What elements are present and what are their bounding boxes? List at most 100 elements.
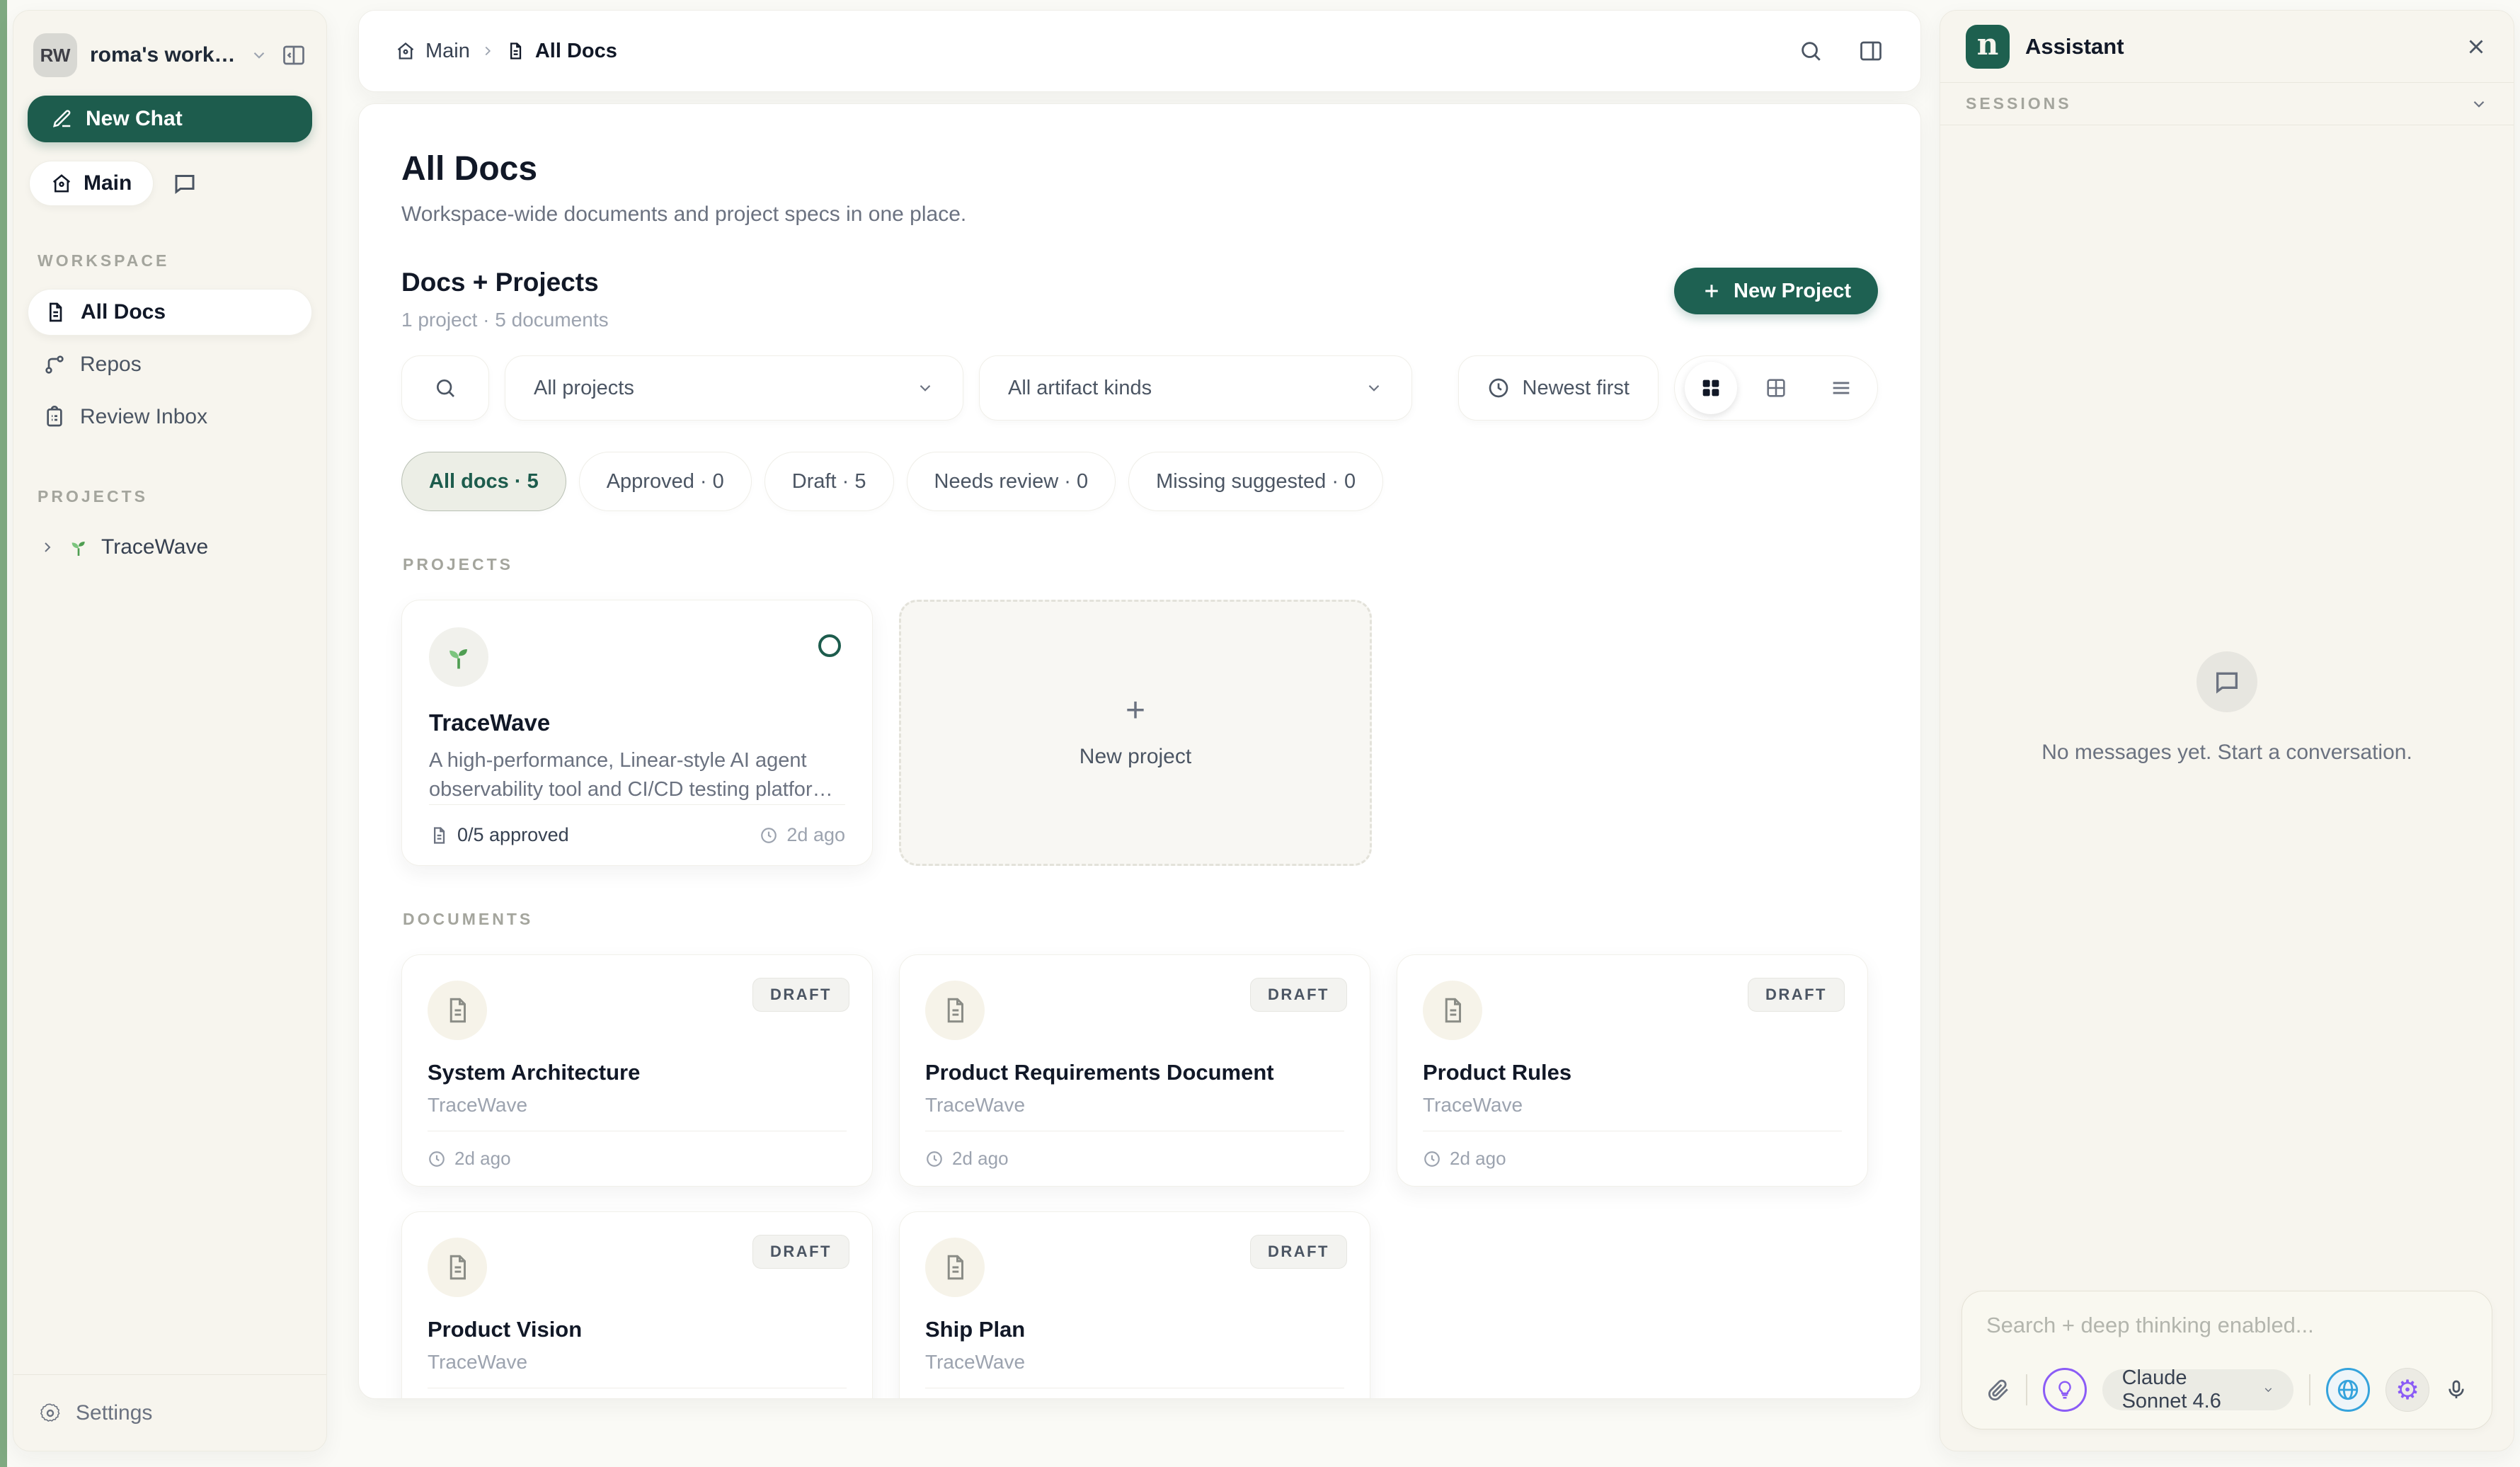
document-icon [428, 981, 487, 1040]
document-icon [1423, 981, 1482, 1040]
page-title: All Docs [401, 149, 1878, 188]
window-edge-accent [0, 0, 7, 1467]
updated-time: 2d ago [454, 1148, 511, 1170]
sessions-header[interactable]: SESSIONS [1940, 83, 2514, 125]
close-icon[interactable] [2464, 35, 2488, 59]
sidebar-item-all-docs[interactable]: All Docs [28, 289, 312, 336]
search-icon[interactable] [1799, 39, 1823, 63]
sidebar-item-review-inbox[interactable]: Review Inbox [28, 394, 312, 440]
updated-time: 2d ago [952, 1148, 1009, 1170]
deep-thinking-lightbulb-icon[interactable] [2043, 1368, 2087, 1412]
document-icon [428, 1238, 487, 1297]
new-project-button[interactable]: New Project [1674, 268, 1878, 314]
chevron-down-icon [1365, 379, 1383, 397]
breadcrumb-all-docs[interactable]: All Docs [505, 40, 617, 63]
document-icon [44, 301, 67, 324]
settings-button[interactable]: Settings [13, 1374, 326, 1451]
new-chat-button[interactable]: New Chat [28, 96, 312, 142]
chevron-right-icon[interactable] [39, 539, 56, 556]
workspace-avatar: RW [33, 33, 77, 77]
gear-icon [39, 1402, 62, 1425]
chevron-down-icon [916, 379, 934, 397]
divider [2309, 1374, 2310, 1405]
new-project-card-label: New project [1079, 745, 1191, 769]
sidebar-project-label: TraceWave [101, 535, 208, 559]
sort-order-value: Newest first [1523, 377, 1630, 400]
web-search-globe-icon[interactable] [2326, 1368, 2370, 1412]
seedling-icon [67, 536, 90, 559]
chat-bubble-icon[interactable] [172, 171, 197, 196]
document-icon [505, 41, 525, 61]
plus-icon: + [1126, 697, 1145, 725]
projects-section-label: PROJECTS [28, 487, 312, 506]
document-title: Ship Plan [925, 1317, 1344, 1342]
document-title: Product Requirements Document [925, 1060, 1344, 1085]
project-filter-select[interactable]: All projects [505, 355, 963, 421]
document-title: Product Vision [428, 1317, 847, 1342]
attachment-paperclip-icon[interactable] [1986, 1378, 2010, 1402]
assistant-message-input[interactable] [1986, 1313, 2468, 1338]
seedling-icon [429, 627, 488, 687]
settings-label: Settings [76, 1401, 152, 1425]
divider [2026, 1374, 2027, 1405]
clock-icon [428, 1150, 446, 1168]
artifact-kind-filter-select[interactable]: All artifact kinds [979, 355, 1412, 421]
collapse-sidebar-icon[interactable] [281, 42, 307, 68]
document-project: TraceWave [925, 1094, 1344, 1117]
list-view-button[interactable] [1815, 362, 1867, 414]
status-badge: DRAFT [752, 1235, 849, 1269]
sidebar-project-tracewave[interactable]: TraceWave [28, 526, 312, 569]
sidebar-item-repos[interactable]: Repos [28, 341, 312, 388]
new-chat-label: New Chat [86, 107, 183, 131]
clock-icon [1423, 1150, 1441, 1168]
assistant-panel: n Assistant SESSIONS No messages yet. St… [1940, 10, 2514, 1451]
page-subtitle: Workspace-wide documents and project spe… [401, 202, 1878, 227]
model-selector[interactable]: Claude Sonnet 4.6 [2102, 1369, 2294, 1410]
sidebar-item-label: Repos [80, 353, 142, 377]
chip-missing-suggested[interactable]: Missing suggested · 0 [1128, 452, 1383, 511]
document-title: System Architecture [428, 1060, 847, 1085]
sidebar-item-label: Review Inbox [80, 405, 207, 429]
toggle-panel-icon[interactable] [1858, 38, 1884, 64]
breadcrumb-main[interactable]: Main [396, 40, 470, 63]
main-content: All Docs Workspace-wide documents and pr… [358, 103, 1921, 1399]
clock-icon [925, 1150, 944, 1168]
grid-view-button[interactable] [1685, 362, 1737, 414]
breadcrumb-separator-icon [480, 43, 496, 59]
clock-icon [1487, 377, 1510, 399]
model-label: Claude Sonnet 4.6 [2122, 1366, 2252, 1413]
status-badge: DRAFT [1250, 1235, 1347, 1269]
search-filter-button[interactable] [401, 355, 489, 421]
document-card[interactable]: DRAFT Product Requirements Document Trac… [899, 954, 1370, 1187]
chip-needs-review[interactable]: Needs review · 0 [907, 452, 1116, 511]
new-project-card[interactable]: + New project [899, 600, 1372, 866]
sort-order-button[interactable]: Newest first [1458, 355, 1659, 421]
workspace-name: roma's worksp... [90, 43, 236, 67]
document-card[interactable]: DRAFT Product Vision TraceWave 2d ago [401, 1211, 873, 1399]
chevron-down-icon [2470, 95, 2488, 113]
document-project: TraceWave [1423, 1094, 1842, 1117]
sidebar-item-label: All Docs [81, 300, 166, 324]
updated-time: 2d ago [786, 824, 845, 846]
document-card[interactable]: DRAFT Ship Plan TraceWave 2d ago [899, 1211, 1370, 1399]
section-meta: 1 project · 5 documents [401, 309, 609, 331]
breadcrumb-current-label: All Docs [535, 40, 617, 63]
git-branch-icon [43, 353, 66, 376]
chip-all-docs[interactable]: All docs · 5 [401, 452, 566, 511]
document-project: TraceWave [925, 1351, 1344, 1374]
microphone-icon[interactable] [2445, 1378, 2468, 1401]
project-card-description: A high-performance, Linear-style AI agen… [429, 746, 840, 804]
project-card-tracewave[interactable]: TraceWave A high-performance, Linear-sty… [401, 600, 873, 866]
document-card[interactable]: DRAFT System Architecture TraceWave 2d a… [401, 954, 873, 1187]
extended-reasoning-brain-icon[interactable]: ⚙ [2386, 1368, 2429, 1412]
chip-draft[interactable]: Draft · 5 [764, 452, 894, 511]
main-nav-pill[interactable]: Main [29, 161, 154, 206]
workspace-switcher[interactable]: RW roma's worksp... [28, 29, 312, 77]
home-icon [51, 173, 72, 194]
table-view-button[interactable] [1750, 362, 1802, 414]
chat-bubble-icon [2197, 651, 2257, 712]
status-badge: DRAFT [1748, 978, 1845, 1012]
chip-approved[interactable]: Approved · 0 [579, 452, 752, 511]
document-card[interactable]: DRAFT Product Rules TraceWave 2d ago [1397, 954, 1868, 1187]
main-label: Main [84, 171, 132, 195]
